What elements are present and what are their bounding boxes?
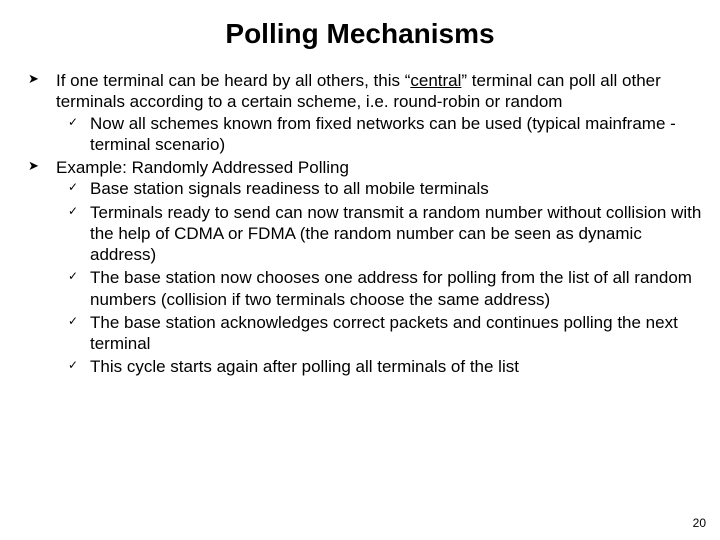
bullet-list: If one terminal can be heard by all othe… (16, 70, 704, 378)
list-item: This cycle starts again after polling al… (90, 356, 704, 377)
list-item-text: Example: Randomly Addressed Polling (56, 158, 349, 177)
list-item-text: The base station now chooses one address… (90, 268, 692, 308)
text-fragment: If one terminal can be heard by all othe… (56, 71, 410, 90)
list-item: Now all schemes known from fixed network… (90, 113, 704, 156)
list-item-text: If one terminal can be heard by all othe… (56, 71, 661, 111)
slide: Polling Mechanisms If one terminal can b… (0, 0, 720, 540)
underlined-text: central (410, 71, 461, 90)
list-item: Base station signals readiness to all mo… (90, 178, 704, 199)
list-item-text: Now all schemes known from fixed network… (90, 114, 676, 154)
list-item: If one terminal can be heard by all othe… (56, 70, 704, 155)
list-item: The base station acknowledges correct pa… (90, 312, 704, 355)
sub-list: Now all schemes known from fixed network… (56, 113, 704, 156)
list-item-text: This cycle starts again after polling al… (90, 357, 519, 376)
page-number: 20 (693, 516, 706, 530)
content-area: If one terminal can be heard by all othe… (16, 70, 704, 378)
text-fragment: Example: Randomly Addressed Polling (56, 158, 349, 177)
sub-list: Base station signals readiness to all mo… (56, 178, 704, 377)
list-item: Example: Randomly Addressed Polling Base… (56, 157, 704, 378)
list-item-text: Base station signals readiness to all mo… (90, 179, 489, 198)
list-item: The base station now chooses one address… (90, 267, 704, 310)
page-title: Polling Mechanisms (16, 18, 704, 50)
list-item-text: The base station acknowledges correct pa… (90, 313, 678, 353)
list-item-text: Terminals ready to send can now transmit… (90, 203, 701, 265)
list-item: Terminals ready to send can now transmit… (90, 202, 704, 266)
